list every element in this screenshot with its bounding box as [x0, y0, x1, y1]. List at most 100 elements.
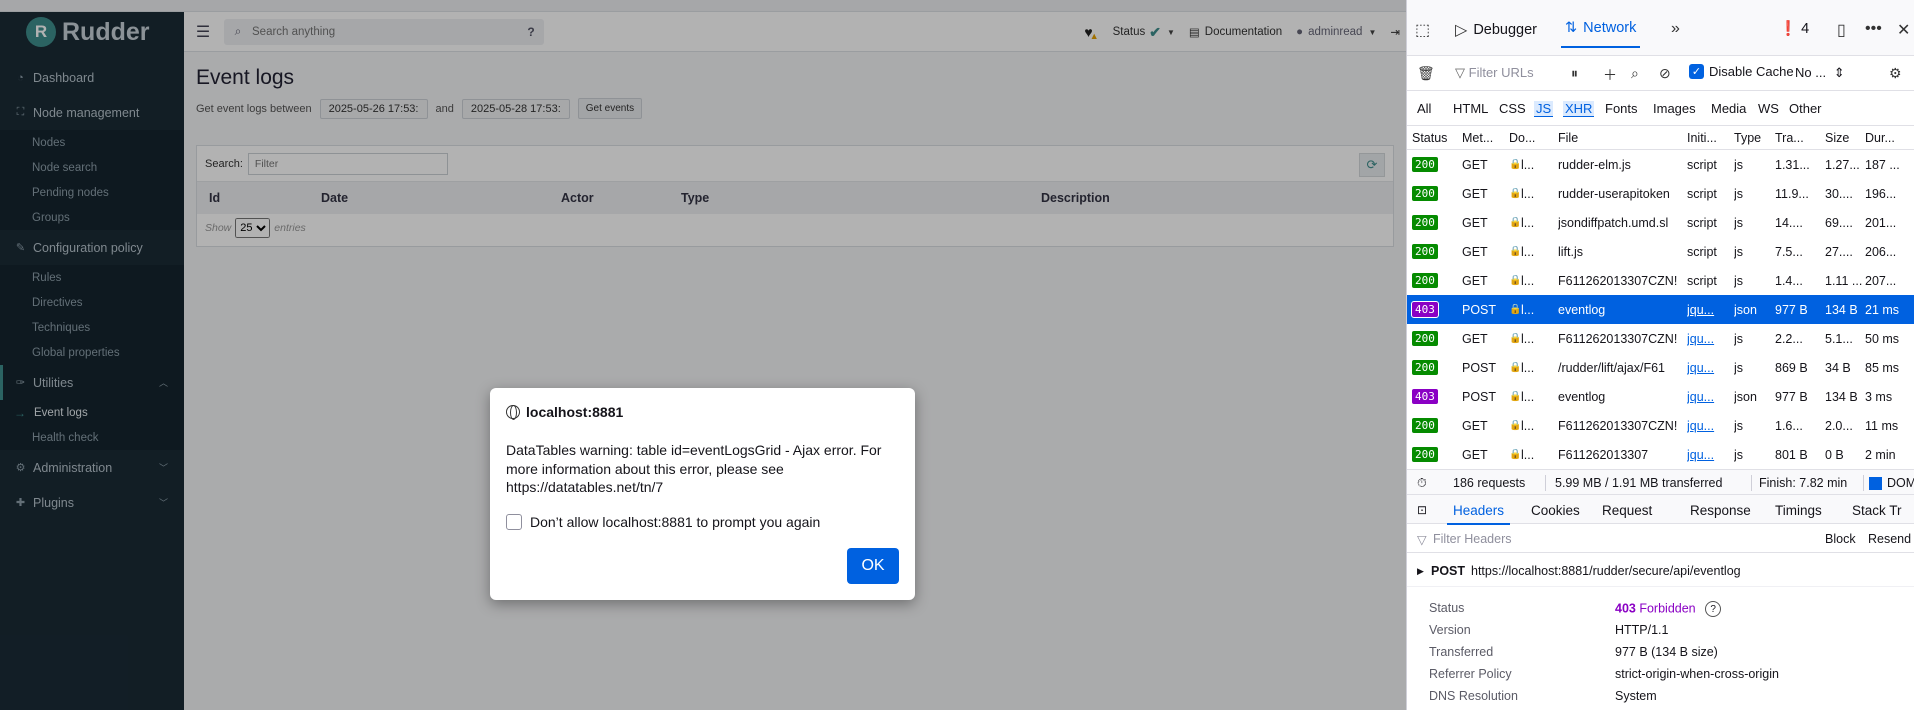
- element-picker-icon[interactable]: ⬚: [1415, 20, 1430, 40]
- request-row[interactable]: 🔒 403 POST l... eventlog jqu... json 977 B 134 B…: [1407, 295, 1914, 324]
- resend-button[interactable]: Resend: [1868, 532, 1911, 546]
- rudder-app: R Rudder ◔ Dashboard ⛶ Node management N…: [0, 0, 1406, 710]
- request-method: GET: [1462, 187, 1488, 201]
- settings-gear-icon[interactable]: ⚙: [1889, 65, 1902, 82]
- modal-overlay: [0, 0, 1406, 710]
- filter-js[interactable]: JS: [1534, 101, 1554, 117]
- request-row[interactable]: 🔒 200 POST l... /rudder/lift/ajax/F61 jqu... j…: [1407, 353, 1914, 382]
- filter-xhr[interactable]: XHR: [1563, 101, 1595, 117]
- ok-button[interactable]: OK: [847, 548, 899, 584]
- request-type: js: [1734, 448, 1744, 462]
- filter-images[interactable]: Images: [1653, 101, 1696, 116]
- dock-icon[interactable]: ▯: [1837, 20, 1846, 40]
- filter-all[interactable]: All: [1417, 101, 1431, 116]
- filter-media[interactable]: Media: [1711, 101, 1746, 116]
- request-initiator: script: [1687, 245, 1717, 259]
- request-size: 1.27...: [1825, 158, 1860, 172]
- request-initiator: jqu...: [1687, 361, 1715, 375]
- error-count-badge[interactable]: ❗ 4: [1779, 20, 1809, 38]
- help-icon[interactable]: ?: [1705, 601, 1722, 617]
- column-method[interactable]: Met...: [1462, 131, 1493, 145]
- filter-html[interactable]: HTML: [1453, 101, 1488, 116]
- tab-timings[interactable]: Timings: [1775, 503, 1822, 518]
- filter-other[interactable]: Other: [1789, 101, 1822, 116]
- detail-key: Status: [1429, 601, 1465, 615]
- request-row[interactable]: 🔒 200 GET l... rudder-elm.js script js 1.31... 1…: [1407, 150, 1914, 179]
- request-row[interactable]: 🔒 200 GET l... F611262013307CZN! script js 1.4.…: [1407, 266, 1914, 295]
- network-icon: ⇅: [1565, 20, 1578, 36]
- summary-dom: DOM: [1887, 476, 1914, 490]
- request-status: 200: [1412, 447, 1438, 462]
- dom-marker-icon: [1869, 477, 1882, 490]
- request-domain: l...: [1521, 361, 1535, 375]
- summary-separator: [1751, 475, 1752, 491]
- request-status: 200: [1412, 215, 1438, 230]
- column-transferred[interactable]: Tra...: [1775, 131, 1804, 145]
- request-type: js: [1734, 216, 1744, 230]
- block-icon[interactable]: ⊘: [1659, 65, 1671, 82]
- request-duration: 3 ms: [1865, 390, 1893, 404]
- close-icon[interactable]: ✕: [1897, 20, 1910, 40]
- throttle-select[interactable]: No ... ⇕: [1795, 65, 1845, 81]
- lock-icon: 🔒: [1509, 275, 1522, 286]
- request-row[interactable]: 🔒 200 GET l... jsondiffpatch.umd.sl script js 1…: [1407, 208, 1914, 237]
- tab-headers[interactable]: Headers: [1446, 503, 1511, 525]
- request-duration: 85 ms: [1865, 361, 1900, 375]
- plus-icon[interactable]: ＋: [1603, 65, 1617, 85]
- column-size[interactable]: Size: [1825, 131, 1849, 145]
- filter-headers-input[interactable]: Filter Headers: [1433, 532, 1512, 546]
- disable-cache-checkbox[interactable]: ✓ Disable Cache: [1689, 64, 1794, 79]
- column-initiator[interactable]: Initi...: [1687, 131, 1717, 145]
- request-duration: 21 ms: [1865, 303, 1900, 317]
- tab-request[interactable]: Request: [1602, 503, 1652, 518]
- column-status[interactable]: Status: [1412, 131, 1447, 145]
- tab-debugger[interactable]: ▷ Debugger: [1455, 20, 1537, 40]
- request-size: 69....: [1825, 216, 1853, 230]
- request-status: 200: [1412, 186, 1438, 201]
- column-file[interactable]: File: [1558, 131, 1578, 145]
- column-type[interactable]: Type: [1734, 131, 1761, 145]
- request-transferred: 7.5...: [1775, 245, 1803, 259]
- checkbox-box[interactable]: [506, 514, 522, 530]
- request-duration: 11 ms: [1865, 419, 1899, 433]
- filter-urls[interactable]: ▽ Filter URLs: [1455, 65, 1534, 81]
- request-row[interactable]: 🔒 200 GET l... F611262013307CZN! jqu... js 2.2.…: [1407, 324, 1914, 353]
- request-domain: l...: [1521, 390, 1535, 404]
- toggle-sidebar-icon[interactable]: ⊡: [1417, 503, 1427, 517]
- request-status: 200: [1412, 360, 1438, 375]
- block-button[interactable]: Block: [1825, 532, 1856, 546]
- dont-allow-prompt-checkbox[interactable]: Don’t allow localhost:8881 to prompt you…: [506, 514, 820, 530]
- request-size: 5.1...: [1825, 332, 1853, 346]
- lock-icon: 🔒: [1509, 246, 1522, 257]
- summary-transferred: 5.99 MB / 1.91 MB transferred: [1555, 476, 1723, 490]
- filter-urls-input[interactable]: Filter URLs: [1469, 65, 1534, 80]
- request-type: js: [1734, 158, 1744, 172]
- tab-response[interactable]: Response: [1690, 503, 1751, 518]
- request-row[interactable]: 🔒 200 GET l... lift.js script js 7.5... 27.... 20…: [1407, 237, 1914, 266]
- request-type: js: [1734, 361, 1744, 375]
- filter-css[interactable]: CSS: [1499, 101, 1526, 116]
- request-row[interactable]: 🔒 200 GET l... F611262013307 jqu... js 801 B 0 B…: [1407, 440, 1914, 469]
- filter-ws[interactable]: WS: [1758, 101, 1779, 116]
- tab-stack-trace[interactable]: Stack Tr: [1852, 503, 1902, 518]
- request-initiator: jqu...: [1687, 390, 1715, 404]
- column-domain[interactable]: Do...: [1509, 131, 1535, 145]
- tab-network[interactable]: ⇅ Network: [1560, 20, 1641, 48]
- request-row[interactable]: 🔒 200 GET l... F611262013307CZN! jqu... js 1.6.…: [1407, 411, 1914, 440]
- search-icon[interactable]: ⌕: [1631, 65, 1639, 82]
- filter-headers-bar: ▽ Filter Headers Block Resend: [1407, 524, 1914, 553]
- request-summary-line[interactable]: ▶ POST https://localhost:8881/rudder/sec…: [1407, 553, 1914, 587]
- request-list: 🔒 200 GET l... rudder-elm.js script js 1.31... 1…: [1407, 150, 1914, 469]
- tab-cookies[interactable]: Cookies: [1531, 503, 1580, 518]
- trash-icon[interactable]: 🗑: [1417, 65, 1435, 82]
- expand-triangle-icon: ▶: [1417, 566, 1424, 576]
- request-size: 34 B: [1825, 361, 1851, 375]
- more-options-icon[interactable]: •••: [1865, 20, 1882, 38]
- filter-fonts[interactable]: Fonts: [1605, 101, 1638, 116]
- request-row[interactable]: 🔒 200 GET l... rudder-userapitoken script js 11…: [1407, 179, 1914, 208]
- more-tabs-icon[interactable]: »: [1671, 20, 1680, 38]
- pause-icon[interactable]: ⏸: [1571, 65, 1578, 82]
- column-duration[interactable]: Dur...: [1865, 131, 1895, 145]
- request-status: 200: [1412, 273, 1438, 288]
- request-row[interactable]: 🔒 403 POST l... eventlog jqu... json 977 B 134 B…: [1407, 382, 1914, 411]
